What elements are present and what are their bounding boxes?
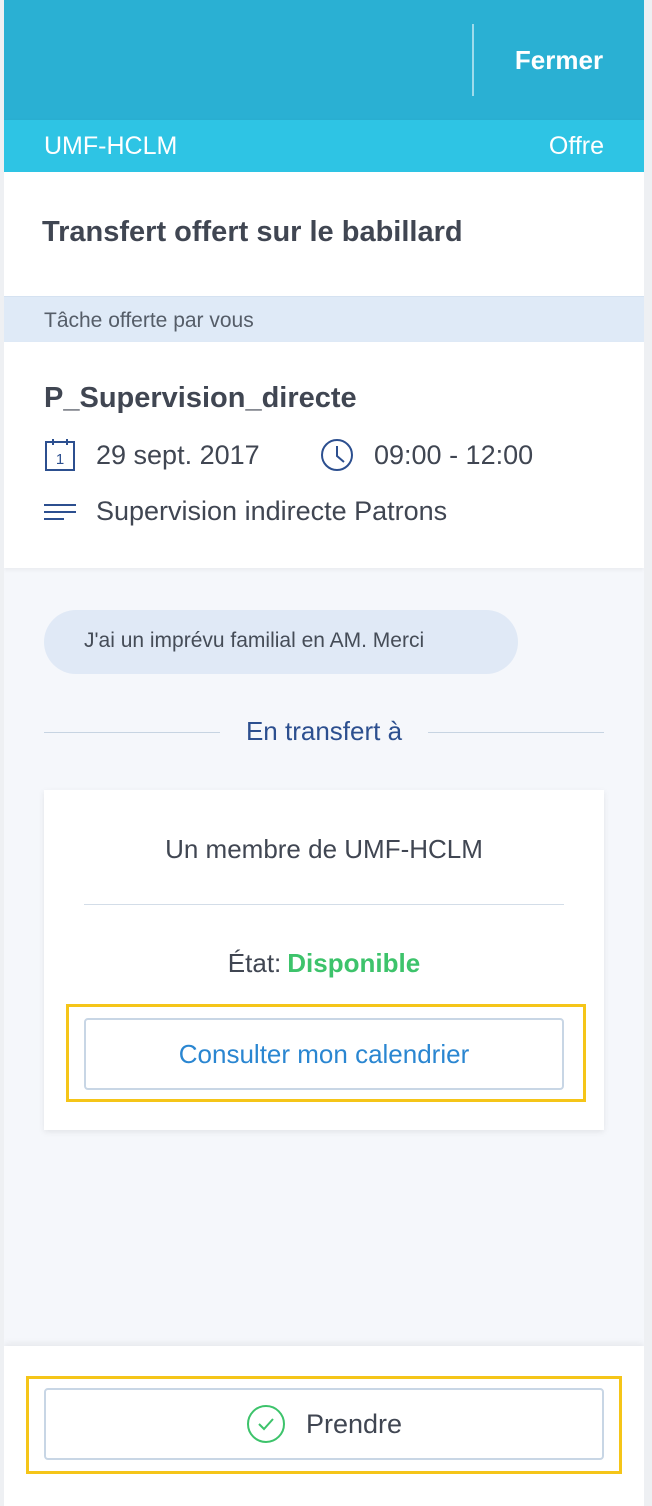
status-value: Disponible: [287, 948, 421, 978]
divider-line-right: [428, 732, 604, 733]
take-button-label: Prendre: [305, 1408, 403, 1439]
close-button[interactable]: Fermer: [474, 0, 644, 120]
section-header: Tâche offerte par vous: [4, 296, 644, 342]
offer-message: J'ai un imprévu familial en AM. Merci: [84, 629, 425, 652]
title-card: Transfert offert sur le babillard: [4, 172, 644, 296]
card-divider: [84, 904, 564, 905]
description-icon: [44, 503, 76, 520]
transfer-detail-screen: Fermer UMF-HCLM Offre Transfert offert s…: [4, 0, 644, 1506]
sub-header: UMF-HCLM Offre: [4, 120, 644, 172]
group-name: UMF-HCLM: [44, 132, 178, 160]
task-name: P_Supervision_directe: [44, 382, 357, 414]
task-time-row: 09:00 - 12:00: [320, 438, 533, 472]
task-date: 29 sept. 2017: [96, 439, 260, 470]
page-title: Transfert offert sur le babillard: [42, 216, 463, 248]
section-label: Tâche offerte par vous: [44, 309, 254, 332]
task-description-row: Supervision indirecte Patrons: [44, 496, 447, 527]
task-description: Supervision indirecte Patrons: [96, 496, 448, 526]
check-circle-icon: [246, 1405, 285, 1443]
recipient-name: Un membre de UMF-HCLM: [165, 834, 483, 864]
divider-line-left: [44, 732, 220, 733]
status-row: État: Disponible: [44, 948, 604, 979]
task-date-row: 1 29 sept. 2017: [44, 438, 260, 472]
clock-icon: [321, 439, 353, 471]
request-type: Offre: [548, 132, 604, 160]
transfer-label: En transfert à: [245, 716, 403, 746]
top-bar: Fermer: [4, 0, 644, 120]
task-card: P_Supervision_directe 1 29 sept. 2017 09…: [4, 342, 644, 568]
view-calendar-button[interactable]: Consulter mon calendrier: [84, 1018, 564, 1090]
calendar-icon: 1: [45, 439, 75, 471]
task-time: 09:00 - 12:00: [374, 439, 534, 470]
status-label: État:: [227, 948, 282, 978]
offer-message-bubble: J'ai un imprévu familial en AM. Merci: [44, 610, 518, 674]
take-button[interactable]: Prendre: [44, 1388, 604, 1460]
calendar-day: 1: [56, 451, 64, 468]
